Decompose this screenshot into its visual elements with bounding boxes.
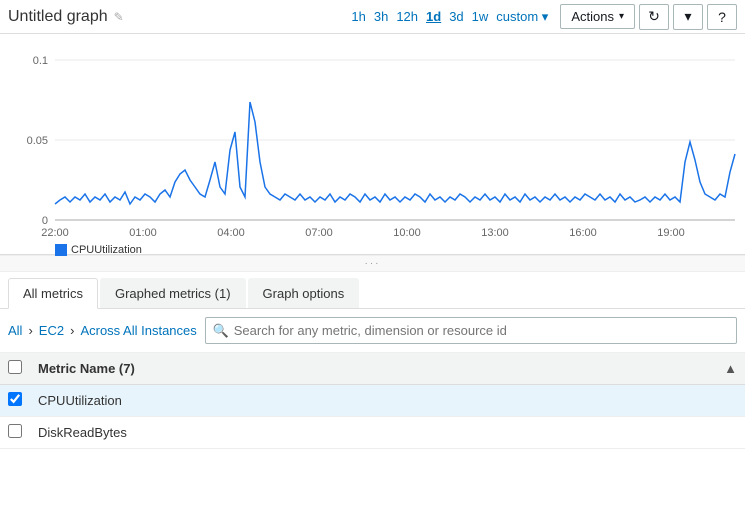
chevron-down-icon: ▾ — [684, 8, 691, 25]
search-container: 🔍 — [205, 317, 737, 344]
refresh-button[interactable]: ↻ — [639, 4, 669, 30]
chart-area: 0.1 0.05 0 22:00 01:00 04:00 07:00 10:00… — [0, 34, 745, 254]
metrics-table: Metric Name (7) ▲ CPUUtilization DiskRea… — [0, 353, 745, 449]
filter-bar: All › EC2 › Across All Instances 🔍 — [0, 309, 745, 353]
tab-graph-options[interactable]: Graph options — [248, 278, 360, 308]
help-icon: ? — [718, 9, 726, 25]
legend-color — [55, 244, 67, 256]
actions-caret-icon: ▾ — [619, 11, 624, 22]
svg-text:10:00: 10:00 — [393, 227, 421, 239]
search-input[interactable] — [205, 317, 737, 344]
time-range-12h[interactable]: 12h — [396, 9, 418, 24]
chart-legend: CPUUtilization — [0, 242, 745, 260]
time-range-custom[interactable]: custom ▾ — [496, 9, 548, 25]
graph-title: Untitled graph — [8, 8, 108, 26]
metric-name-cell[interactable]: DiskReadBytes — [30, 417, 745, 449]
time-range-3d[interactable]: 3d — [449, 9, 463, 24]
cpu-chart-line — [55, 102, 735, 204]
chart-svg: 0.1 0.05 0 22:00 01:00 04:00 07:00 10:00… — [0, 42, 745, 242]
breadcrumb-ec2[interactable]: EC2 — [39, 323, 64, 338]
svg-text:01:00: 01:00 — [129, 227, 157, 239]
table-row: CPUUtilization — [0, 385, 745, 417]
sort-icon: ▲ — [724, 361, 737, 376]
header: Untitled graph ✎ 1h 3h 12h 1d 3d 1w cust… — [0, 0, 745, 34]
row-checkbox-cell — [0, 417, 30, 449]
svg-text:16:00: 16:00 — [569, 227, 597, 239]
select-all-header — [0, 353, 30, 385]
row-checkbox[interactable] — [8, 392, 22, 406]
tab-all-metrics[interactable]: All metrics — [8, 278, 98, 309]
svg-text:22:00: 22:00 — [41, 227, 69, 239]
breadcrumb-all[interactable]: All — [8, 323, 22, 338]
svg-text:13:00: 13:00 — [481, 227, 509, 239]
actions-button[interactable]: Actions ▾ — [560, 4, 635, 29]
select-all-checkbox[interactable] — [8, 360, 22, 374]
dropdown-button[interactable]: ▾ — [673, 4, 703, 30]
header-buttons: Actions ▾ ↻ ▾ ? — [560, 4, 737, 30]
time-range-1d[interactable]: 1d — [426, 9, 441, 24]
y-axis-label: 0.1 — [33, 55, 48, 67]
refresh-icon: ↻ — [648, 8, 660, 25]
time-range-1h[interactable]: 1h — [351, 9, 365, 24]
time-range-group: 1h 3h 12h 1d 3d 1w custom ▾ — [351, 9, 548, 25]
y-axis-label: 0.05 — [27, 135, 48, 147]
help-button[interactable]: ? — [707, 4, 737, 30]
metric-name-header[interactable]: Metric Name (7) ▲ — [30, 353, 745, 385]
edit-icon[interactable]: ✎ — [114, 10, 124, 24]
row-checkbox-cell — [0, 385, 30, 417]
metric-name-cell[interactable]: CPUUtilization — [30, 385, 745, 417]
search-icon: 🔍 — [213, 323, 229, 339]
svg-text:07:00: 07:00 — [305, 227, 333, 239]
y-axis-label: 0 — [42, 215, 48, 227]
table-header-row: Metric Name (7) ▲ — [0, 353, 745, 385]
time-range-1w[interactable]: 1w — [472, 9, 489, 24]
breadcrumb-sep-1: › — [28, 323, 32, 338]
breadcrumb-instances[interactable]: Across All Instances — [80, 323, 196, 338]
svg-text:19:00: 19:00 — [657, 227, 685, 239]
tabs-bar: All metrics Graphed metrics (1) Graph op… — [0, 272, 745, 309]
row-checkbox[interactable] — [8, 424, 22, 438]
table-row: DiskReadBytes — [0, 417, 745, 449]
svg-text:04:00: 04:00 — [217, 227, 245, 239]
legend-label: CPUUtilization — [71, 244, 142, 256]
time-range-3h[interactable]: 3h — [374, 9, 388, 24]
tab-graphed-metrics[interactable]: Graphed metrics (1) — [100, 278, 246, 308]
tabs-section: ··· All metrics Graphed metrics (1) Grap… — [0, 254, 745, 309]
breadcrumb-sep-2: › — [70, 323, 74, 338]
